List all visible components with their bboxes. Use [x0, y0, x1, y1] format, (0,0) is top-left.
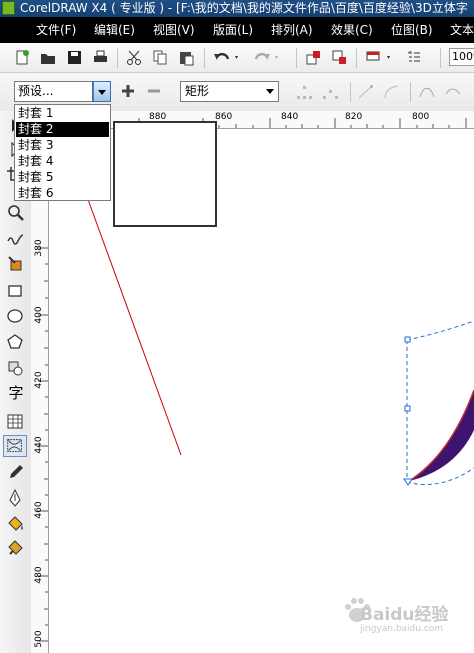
watermark-text: Baidu经验 — [360, 605, 449, 625]
envelope-node[interactable] — [403, 478, 413, 486]
preset-dropdown-list: 封套 1 封套 2 封套 3 封套 4 封套 5 封套 6 — [14, 104, 111, 201]
envelope-top-edge — [406, 320, 474, 341]
preset-option[interactable]: 封套 6 — [16, 186, 109, 201]
preset-option[interactable]: 封套 3 — [16, 138, 109, 153]
envelope-shape[interactable] — [409, 390, 474, 481]
preset-option[interactable]: 封套 4 — [16, 154, 109, 169]
envelope-node[interactable] — [404, 336, 411, 343]
preset-option-selected[interactable]: 封套 2 — [16, 122, 109, 137]
preset-option[interactable]: 封套 1 — [16, 106, 109, 121]
preset-option[interactable]: 封套 5 — [16, 170, 109, 185]
envelope-node[interactable] — [404, 405, 411, 412]
watermark-subtext: jingyan.baidu.com — [360, 624, 444, 634]
drawing-canvas[interactable] — [0, 0, 474, 653]
